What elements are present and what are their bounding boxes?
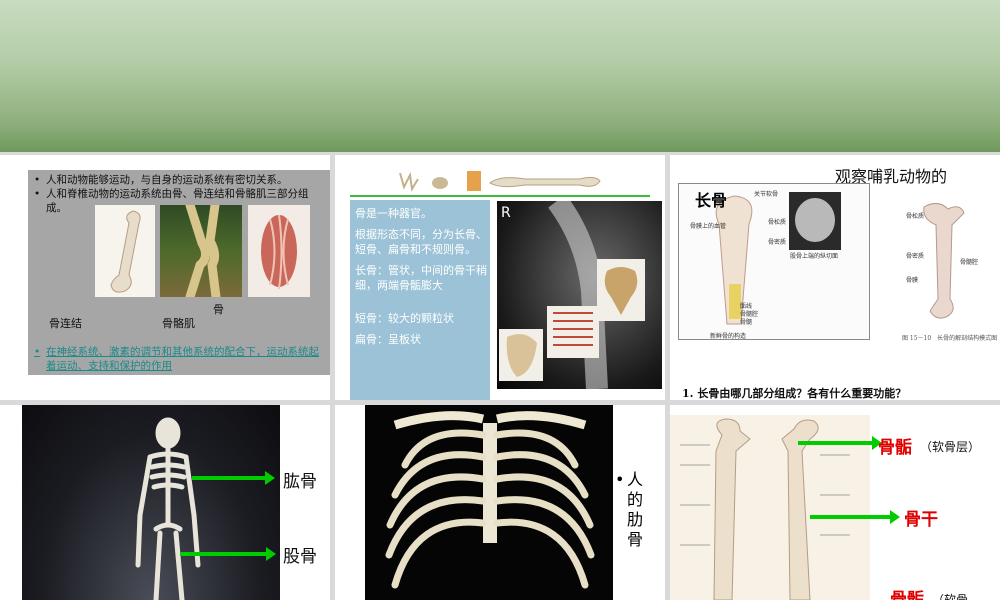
humerus-label: 肱骨 — [283, 472, 317, 492]
paragraph: 长骨：管状，中间的骨干稍细，两端骨骺膨大 — [355, 264, 487, 292]
bone-photo — [95, 205, 155, 297]
diagram-label: 骨松质 — [768, 219, 787, 226]
bone-classification-text: 骨是一种器官。 根据形态不同，分为长骨、短骨、扁骨和不规则骨。 长骨：管状，中间… — [355, 206, 487, 353]
diagram-label: 新鲜骨的构造 — [710, 333, 747, 340]
diagram-title: 长骨 — [695, 191, 728, 210]
side-label: 骨髓腔 — [960, 259, 979, 266]
bone-illustration — [110, 210, 141, 293]
divider-line — [350, 195, 650, 197]
epiphysis-label-bottom: 骨骺 — [890, 590, 924, 600]
paragraph: 骨是一种器官。 — [355, 207, 432, 220]
side-label: 骨密质 — [906, 253, 925, 260]
paragraph: 扁骨：呈板状 — [355, 333, 421, 346]
skeleton-illustration — [135, 417, 201, 600]
bone-type-strip — [399, 171, 601, 192]
diagram-label: 股骨上端的纵切面 — [790, 253, 839, 260]
diaphysis-arrow — [810, 510, 900, 524]
rib-cage-photo — [365, 405, 613, 600]
epiphysis-note-bottom: （软骨 — [932, 593, 969, 600]
muscle-illustration — [261, 214, 297, 290]
diagram-label: 骨膜上的血管 — [690, 223, 727, 230]
xray-bones — [499, 194, 645, 390]
xray-image: R — [497, 194, 662, 390]
slide-thumbnail-6[interactable]: 骨骺 （软骨层） 骨干 骨骺 （软骨 — [670, 405, 1000, 600]
rib-cage-illustration — [385, 411, 595, 589]
summary-note: • 在神经系统、激素的调节和其他系统的配合下，运动系统起着运动、支持和保护的作用 — [34, 346, 319, 372]
xray-marker: R — [501, 205, 511, 221]
paragraph: 短骨：较大的颗粒状 — [355, 312, 454, 325]
joint-illustration — [185, 200, 221, 302]
epiphysis-label-top: 骨骺 — [878, 438, 912, 458]
side-label: 骨膜 — [906, 277, 919, 284]
bullet-item: 人和动物能够运动，与自身的运动系统有密切关系。 — [34, 173, 326, 187]
discussion-question: 1. 长骨由哪几部分组成？各有什么重要功能？ — [682, 387, 907, 400]
joint-photo — [160, 200, 242, 302]
muscle-photo — [248, 205, 310, 297]
slide-thumbnail-4[interactable]: 肱骨 股骨 — [0, 405, 330, 600]
slide-thumbnail-1[interactable]: 人和动物能够运动，与自身的运动系统有密切关系。 人和脊椎动物的运动系统由骨、骨连… — [0, 155, 330, 400]
femur-arrow — [180, 547, 276, 561]
paragraph: 根据形态不同，分为长骨、短骨、扁骨和不规则骨。 — [355, 228, 487, 256]
figure-caption: 图 15－10 长骨的解剖结构模式图 — [902, 335, 998, 342]
skeleton-photo — [22, 405, 280, 600]
muscle-label: 骨骼肌 — [162, 317, 195, 330]
rib-caption-text: 人的肋骨 — [627, 470, 644, 549]
slide-thumbnail-5[interactable]: • 人的肋骨 — [335, 405, 665, 600]
summary-link-text[interactable]: 在神经系统、激素的调节和其他系统的配合下，运动系统起着运动、支持和保护的作用 — [46, 346, 319, 372]
diagram-label: 骨密质 — [768, 239, 787, 246]
epiphysis-note-top: （软骨层） — [920, 440, 981, 454]
side-label: 骨松质 — [906, 213, 925, 220]
femur-label: 股骨 — [283, 547, 317, 567]
diagram-label: 骨髓腔 — [740, 311, 759, 318]
bone-label: 骨 — [213, 303, 224, 316]
joint-label: 骨连结 — [49, 317, 82, 330]
epiphysis-arrow-top — [798, 436, 882, 450]
slide-thumbnail-3[interactable]: 观察哺乳动物的 长骨 关节软骨 骨膜上的血管 骨松质 骨密质 骨髓 新鲜骨的构造… — [670, 155, 1000, 400]
diaphysis-label: 骨干 — [904, 510, 938, 530]
rib-caption: • 人的肋骨 — [615, 470, 644, 549]
humerus-arrow — [192, 471, 275, 485]
diagram-label: 关节软骨 — [754, 191, 779, 198]
diagram-label: 骨髓 — [740, 319, 753, 326]
slide-thumbnail-2[interactable]: 骨是一种器官。 根据形态不同，分为长骨、短骨、扁骨和不规则骨。 长骨：管状，中间… — [335, 155, 665, 400]
title-banner — [0, 0, 1000, 152]
